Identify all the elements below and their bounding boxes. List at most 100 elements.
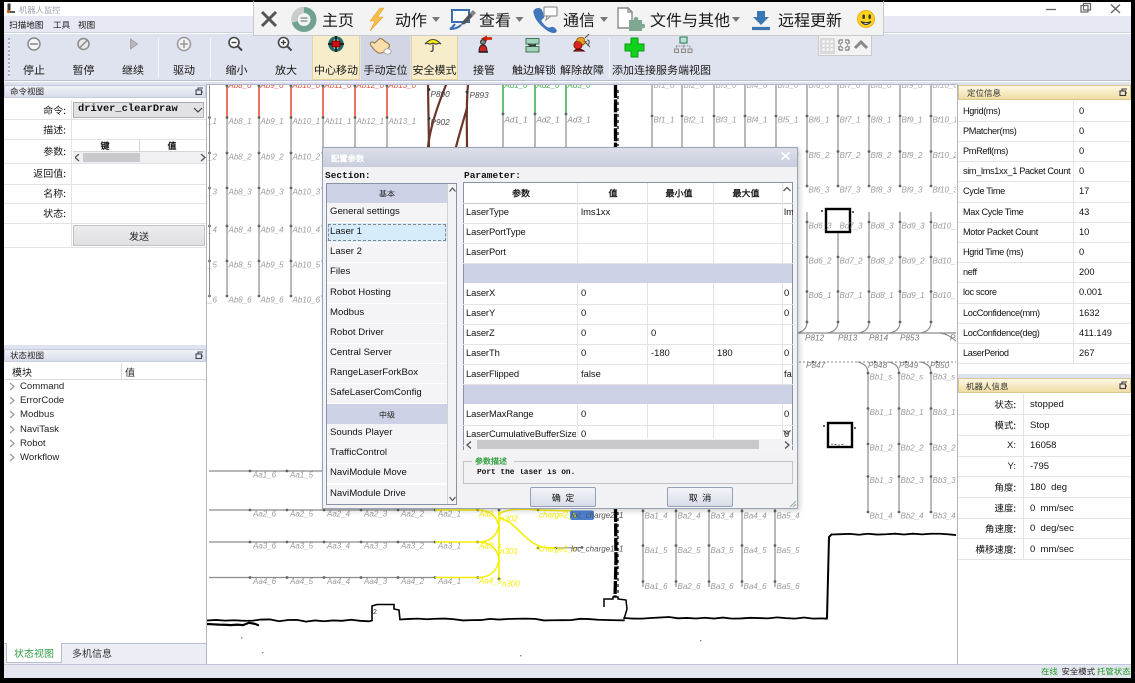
svg-text:Bf6_2: Bf6_2 — [809, 151, 830, 160]
svg-text:Aa2_5: Aa2_5 — [289, 510, 314, 519]
svg-text:Ab12_1: Ab12_1 — [356, 117, 385, 126]
svg-text:Aa3_5: Aa3_5 — [289, 542, 314, 551]
svg-text:Ba5_4: Ba5_4 — [777, 512, 801, 521]
svg-text:P850: P850 — [930, 361, 950, 370]
svg-text:Bd10_1: Bd10_1 — [933, 291, 957, 300]
svg-text:Ab10_0: Ab10_0 — [292, 85, 321, 90]
svg-text:Bf9_0: Bf9_0 — [902, 85, 923, 90]
svg-text:Aa1_6: Aa1_6 — [252, 471, 277, 480]
svg-text:Bf10_2: Bf10_2 — [933, 151, 957, 160]
svg-text:Bf8_0: Bf8_0 — [871, 85, 892, 90]
svg-text:Aa3_6: Aa3_6 — [252, 542, 277, 551]
svg-text:Bf10_0: Bf10_0 — [933, 85, 957, 90]
svg-text:Bd6_2: Bd6_2 — [809, 257, 833, 266]
svg-text:loc_charge1_1: loc_charge1_1 — [571, 545, 623, 554]
svg-text:Bd7_2: Bd7_2 — [840, 257, 864, 266]
svg-text:Aa1_5: Aa1_5 — [289, 471, 314, 480]
svg-text:Ba2_6: Ba2_6 — [678, 582, 702, 591]
svg-text:n300: n300 — [502, 580, 520, 589]
svg-text:Bb2_1: Bb2_1 — [901, 408, 924, 417]
svg-text:Bf4_1: Bf4_1 — [747, 116, 768, 125]
svg-text:Aa4_s: Aa4_s — [478, 577, 502, 586]
svg-text:Ab10_6: Ab10_6 — [292, 296, 321, 305]
svg-text:Bd8_1: Bd8_1 — [871, 291, 894, 300]
svg-text:Ab8_3: Ab8_3 — [228, 188, 253, 197]
svg-text:Bb1_3: Bb1_3 — [870, 476, 894, 485]
svg-text:Aa2_4: Aa2_4 — [326, 510, 351, 519]
svg-text:Bf3_1: Bf3_1 — [716, 116, 737, 125]
svg-text:Aa2_s: Aa2_s — [478, 510, 502, 519]
svg-text:Ab11_1: Ab11_1 — [324, 117, 352, 126]
svg-text:Ad2_1: Ad2_1 — [536, 116, 560, 125]
svg-text:Ab10_4: Ab10_4 — [292, 226, 321, 235]
svg-text:Bb2_4: Bb2_4 — [901, 512, 925, 521]
svg-text:Bf4_0: Bf4_0 — [747, 85, 768, 90]
svg-text:Aa3_3: Aa3_3 — [363, 542, 388, 551]
svg-text:Bf10_3: Bf10_3 — [933, 186, 957, 195]
svg-text:Bb1_s: Bb1_s — [870, 373, 893, 382]
svg-text:Ab9_4: Ab9_4 — [260, 226, 285, 235]
svg-text:loc_charge2_1: loc_charge2_1 — [571, 511, 623, 520]
svg-text:Ab8_4: Ab8_4 — [228, 226, 253, 235]
svg-text:Bf2_0: Bf2_0 — [684, 85, 705, 90]
svg-text:Bf5_1: Bf5_1 — [778, 116, 799, 125]
svg-text:Ab9_6: Ab9_6 — [260, 296, 285, 305]
svg-text:P893: P893 — [470, 91, 490, 100]
svg-text:Aa2_1: Aa2_1 — [437, 510, 461, 519]
svg-text:Bd8_3: Bd8_3 — [871, 222, 895, 231]
svg-text:Bb1_1: Bb1_1 — [870, 408, 893, 417]
svg-text:P8: P8 — [950, 334, 956, 343]
svg-text:Ba1_4: Ba1_4 — [645, 512, 669, 521]
svg-text:_1: _1 — [207, 117, 217, 126]
svg-text:Aa2_6: Aa2_6 — [252, 510, 277, 519]
svg-text:Bf6_3: Bf6_3 — [809, 186, 830, 195]
svg-text:Aa3_2: Aa3_2 — [400, 542, 425, 551]
svg-text:Aa4_1: Aa4_1 — [437, 577, 461, 586]
svg-text:Aa3_s: Aa3_s — [478, 542, 502, 551]
svg-text:Ba3_5: Ba3_5 — [711, 546, 735, 555]
svg-text:Ad3_0: Ad3_0 — [567, 85, 592, 90]
svg-text:Bd9_1: Bd9_1 — [902, 291, 925, 300]
svg-text:Bb2_3: Bb2_3 — [901, 476, 925, 485]
svg-text:Bf8_2: Bf8_2 — [871, 151, 892, 160]
svg-text:Aa2_3: Aa2_3 — [363, 510, 388, 519]
svg-text:Ab8_2: Ab8_2 — [228, 153, 253, 162]
svg-text:Bb3_s: Bb3_s — [933, 373, 956, 382]
svg-text:Bf7_3: Bf7_3 — [840, 186, 861, 195]
svg-text:Bf3_0: Bf3_0 — [716, 85, 737, 90]
svg-text:Aa3_1: Aa3_1 — [437, 542, 461, 551]
svg-text:Ba2_4: Ba2_4 — [678, 512, 702, 521]
svg-text:2: 2 — [373, 609, 377, 616]
svg-text:Bd7_3: Bd7_3 — [840, 222, 864, 231]
svg-text:Bb1_4: Bb1_4 — [870, 512, 894, 521]
svg-text:Aa2_2: Aa2_2 — [400, 510, 425, 519]
svg-text:_5: _5 — [207, 261, 217, 270]
svg-text:Ab11_0: Ab11_0 — [324, 85, 353, 90]
svg-text:Bf6_1: Bf6_1 — [809, 116, 830, 125]
svg-text:Ab8_6: Ab8_6 — [228, 296, 253, 305]
svg-text:Ab10_1: Ab10_1 — [292, 117, 321, 126]
svg-text:Aa4_2: Aa4_2 — [400, 577, 425, 586]
svg-text:P848: P848 — [868, 361, 888, 370]
svg-text:Bd9_3: Bd9_3 — [902, 222, 926, 231]
svg-text:Bf9_3: Bf9_3 — [902, 186, 923, 195]
svg-text:P902: P902 — [431, 118, 451, 127]
svg-text:Bd9_2: Bd9_2 — [902, 257, 926, 266]
svg-text:Aa4_3: Aa4_3 — [363, 577, 388, 586]
svg-text:Ad1_1: Ad1_1 — [504, 116, 528, 125]
svg-text:Aa4_6: Aa4_6 — [252, 577, 277, 586]
svg-text:Bf9_1: Bf9_1 — [902, 116, 923, 125]
svg-text:Bd7_1: Bd7_1 — [840, 291, 863, 300]
svg-text:Ba4_5: Ba4_5 — [744, 546, 768, 555]
svg-text:Ab13_1: Ab13_1 — [388, 117, 417, 126]
svg-text:Bb2_2: Bb2_2 — [901, 444, 925, 453]
svg-text:P814: P814 — [869, 334, 889, 343]
svg-text:Bf1_0: Bf1_0 — [654, 85, 675, 90]
svg-text:Ab10_3: Ab10_3 — [292, 188, 321, 197]
svg-text:Ab8_5: Ab8_5 — [228, 261, 253, 270]
svg-text:Bd8_2: Bd8_2 — [871, 257, 895, 266]
svg-text:Ba4_6: Ba4_6 — [744, 582, 768, 591]
svg-text:P847: P847 — [806, 361, 826, 370]
svg-text:Ba4_4: Ba4_4 — [744, 512, 768, 521]
svg-text:Ab9_2: Ab9_2 — [260, 153, 285, 162]
